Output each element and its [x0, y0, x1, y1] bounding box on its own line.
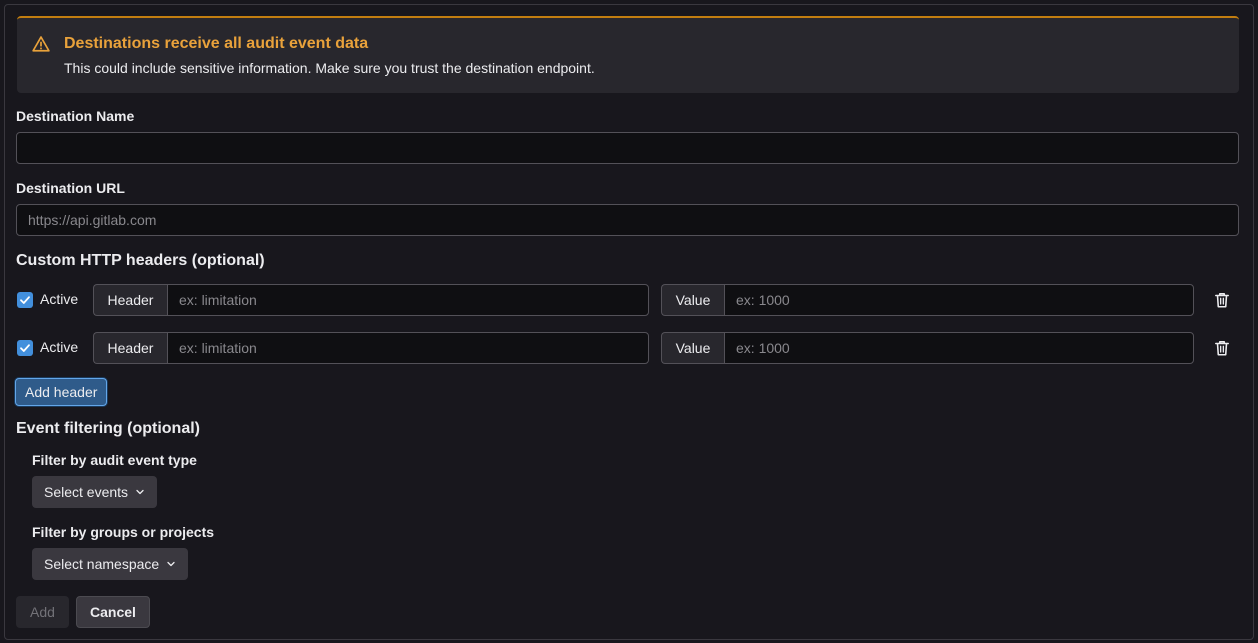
header-name-input[interactable]: [167, 284, 649, 316]
value-addon: Value: [661, 284, 724, 316]
active-label: Active: [40, 291, 79, 307]
select-namespace-dropdown[interactable]: Select namespace: [32, 548, 189, 580]
destination-url-input[interactable]: [16, 204, 1239, 236]
active-checkbox[interactable]: [17, 340, 33, 356]
add-header-button[interactable]: Add header: [15, 378, 108, 406]
header-value-group: Value: [661, 284, 1194, 316]
alert-title: Destinations receive all audit event dat…: [64, 35, 369, 52]
destination-url-label: Destination URL: [16, 180, 125, 196]
header-value-group: Value: [661, 332, 1194, 364]
custom-headers-title: Custom HTTP headers (optional): [16, 252, 265, 269]
add-button[interactable]: Add: [16, 596, 69, 628]
header-name-group: Header: [93, 284, 649, 316]
header-name-input[interactable]: [167, 332, 649, 364]
trash-icon[interactable]: [1213, 291, 1231, 309]
header-value-input[interactable]: [724, 284, 1194, 316]
checkmark-icon: [20, 344, 30, 352]
value-addon: Value: [661, 332, 724, 364]
cancel-button[interactable]: Cancel: [76, 596, 150, 628]
destination-name-label: Destination Name: [16, 108, 135, 124]
checkmark-icon: [20, 296, 30, 304]
header-name-group: Header: [93, 332, 649, 364]
select-namespace-text: Select namespace: [44, 556, 160, 572]
active-checkbox[interactable]: [17, 292, 33, 308]
header-addon: Header: [93, 332, 167, 364]
trash-icon[interactable]: [1213, 339, 1231, 357]
header-addon: Header: [93, 284, 167, 316]
header-row: Active Header Value: [5, 332, 1255, 364]
chevron-down-icon: [167, 561, 175, 567]
active-label: Active: [40, 339, 79, 355]
header-value-input[interactable]: [724, 332, 1194, 364]
select-events-dropdown[interactable]: Select events: [32, 476, 158, 508]
filter-namespace-label: Filter by groups or projects: [32, 524, 215, 540]
event-filtering-title: Event filtering (optional): [16, 420, 200, 437]
header-row: Active Header Value: [5, 284, 1255, 316]
destination-form-panel: Destinations receive all audit event dat…: [4, 4, 1254, 640]
alert-body: This could include sensitive information…: [64, 60, 595, 76]
chevron-down-icon: [136, 489, 144, 495]
warning-alert: Destinations receive all audit event dat…: [17, 16, 1239, 93]
filter-type-label: Filter by audit event type: [32, 452, 197, 468]
warning-icon: [32, 36, 50, 52]
destination-name-input[interactable]: [16, 132, 1239, 164]
select-events-text: Select events: [44, 484, 129, 500]
